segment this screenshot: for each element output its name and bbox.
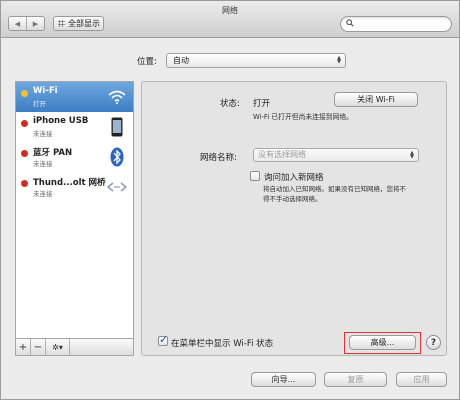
service-status: 未连接 <box>33 160 53 168</box>
ask-join-desc-line2: 得不手动选择网络。 <box>263 195 322 203</box>
ask-join-label: 询问加入新网络 <box>264 173 324 183</box>
network-name-select[interactable]: 没有选择网络 ▲ ▼ <box>253 148 419 162</box>
status-dot <box>21 150 28 157</box>
service-item-thunderbolt-bridge[interactable]: Thund...olt 网桥 未连接 <box>16 172 133 202</box>
remove-service-button[interactable]: − <box>31 339 46 355</box>
ask-join-desc-line1: 将自动加入已知网络。如果没有已知网络，您将不 <box>263 185 406 193</box>
service-list: Wi-Fi 打开 iPhone USB 未连接 蓝牙 PAN 未连接 Thund… <box>15 81 134 339</box>
ask-join-description: 将自动加入已知网络。如果没有已知网络，您将不 得不手动选择网络。 <box>263 184 423 204</box>
grid-icon <box>58 20 65 27</box>
add-service-button[interactable]: + <box>16 339 31 355</box>
network-name-label: 网络名称: <box>200 153 237 163</box>
service-status: 未连接 <box>33 190 53 198</box>
status-description: Wi-Fi 已打开但尚未连接到网络。 <box>253 113 353 121</box>
show-wifi-status-checkbox[interactable] <box>158 333 168 346</box>
service-item-bluetooth-pan[interactable]: 蓝牙 PAN 未连接 <box>16 142 133 172</box>
apply-button[interactable]: 应用 <box>396 372 447 387</box>
service-status: 未连接 <box>33 130 53 138</box>
service-status: 打开 <box>33 100 46 108</box>
updown-arrows-icon: ▲ ▼ <box>337 55 341 65</box>
service-name: 蓝牙 PAN <box>33 148 73 158</box>
network-name-placeholder: 没有选择网络 <box>258 150 306 159</box>
back-button[interactable]: ◀ <box>9 17 26 30</box>
status-dot <box>21 120 28 127</box>
status-label: 状态: <box>220 99 240 109</box>
help-button[interactable]: ? <box>426 335 441 350</box>
revert-button[interactable]: 复原 <box>324 372 387 387</box>
location-label: 位置: <box>137 57 157 67</box>
location-select[interactable]: 自动 ▲ ▼ <box>166 53 346 68</box>
iphone-icon <box>107 116 127 138</box>
title-toolbar: 网络 ◀ ▶ 全部显示 <box>1 1 459 38</box>
search-input[interactable] <box>340 16 452 32</box>
service-name: iPhone USB <box>33 116 89 126</box>
status-dot <box>21 90 28 97</box>
updown-arrows-icon: ▲ ▼ <box>410 150 414 160</box>
wifi-icon <box>107 86 127 108</box>
status-dot <box>21 180 28 187</box>
service-name: Thund...olt 网桥 <box>33 178 106 188</box>
gear-menu-button[interactable]: ✲▾ <box>46 339 70 355</box>
turn-off-wifi-button[interactable]: 关闭 Wi-Fi <box>334 92 418 107</box>
show-all-button[interactable]: 全部显示 <box>53 16 104 31</box>
forward-button[interactable]: ▶ <box>26 17 44 30</box>
status-value: 打开 <box>253 99 271 109</box>
detail-pane <box>141 81 447 356</box>
window-title: 网络 <box>222 6 238 15</box>
service-list-controls: + − ✲▾ <box>15 339 134 356</box>
service-name: Wi-Fi <box>33 86 58 96</box>
ask-join-checkbox[interactable] <box>250 171 260 181</box>
assist-me-button[interactable]: 向导... <box>251 372 316 387</box>
bluetooth-icon <box>107 146 127 168</box>
network-preferences-window: 网络 ◀ ▶ 全部显示 位置: 自动 ▲ ▼ Wi-Fi 打开 iPhone U… <box>0 0 460 400</box>
advanced-button[interactable]: 高级... <box>349 335 416 350</box>
show-wifi-status-label: 在菜单栏中显示 Wi-Fi 状态 <box>171 339 274 349</box>
service-item-iphone-usb[interactable]: iPhone USB 未连接 <box>16 112 133 142</box>
show-all-label: 全部显示 <box>68 19 100 28</box>
location-value: 自动 <box>173 56 189 65</box>
search-icon <box>346 19 354 27</box>
nav-back-forward: ◀ ▶ <box>8 16 45 31</box>
thunderbolt-bridge-icon <box>107 176 127 198</box>
service-item-wifi[interactable]: Wi-Fi 打开 <box>16 82 133 112</box>
